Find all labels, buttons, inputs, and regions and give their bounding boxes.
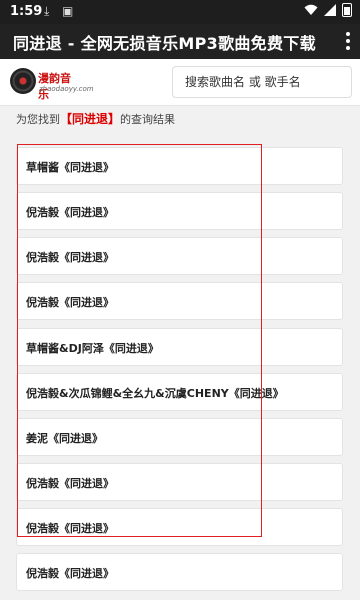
status-bar: 1:59 ⤓ ▣ — [0, 0, 360, 24]
result-suffix: 的查询结果 — [120, 113, 176, 126]
result-item[interactable]: 倪浩毅《同进退》 — [16, 463, 343, 501]
site-logo[interactable]: 漫韵音乐 zhaodaoyy.com — [10, 67, 94, 101]
result-item[interactable]: 倪浩毅&次瓜锦鲤&全幺九&沉虞CHENY《同进退》 — [16, 373, 343, 411]
song-title: 草帽酱《同进退》 — [26, 161, 114, 174]
result-item[interactable]: 倪浩毅《同进退》 — [16, 508, 343, 546]
more-vertical-icon[interactable] — [346, 32, 350, 53]
search-keyword: 同进退 — [72, 112, 109, 126]
result-item[interactable]: 草帽酱《同进退》 — [16, 147, 343, 185]
site-header: 漫韵音乐 zhaodaoyy.com — [0, 59, 360, 106]
wifi-icon — [304, 4, 318, 15]
result-summary: 为您找到【同进退】的查询结果 — [16, 110, 175, 127]
status-time: 1:59 — [10, 4, 43, 19]
song-title: 倪浩毅《同进退》 — [26, 567, 114, 580]
result-item[interactable]: 草帽酱&DJ阿泽《同进退》 — [16, 328, 343, 366]
app-bar: 同进退 - 全网无损音乐MP3歌曲免费下载 — [0, 24, 360, 59]
result-item[interactable]: 姜泥《同进退》 — [16, 418, 343, 456]
result-item[interactable]: 倪浩毅《同进退》 — [16, 282, 343, 320]
bracket-close: 】 — [108, 112, 121, 126]
song-title: 倪浩毅&次瓜锦鲤&全幺九&沉虞CHENY《同进退》 — [26, 387, 284, 400]
song-title: 姜泥《同进退》 — [26, 432, 103, 445]
app-title: 同进退 - 全网无损音乐MP3歌曲免费下载 — [13, 34, 316, 53]
signal-icon — [324, 4, 336, 16]
notification-icon: ▣ — [62, 4, 74, 18]
vinyl-disc-icon — [10, 68, 36, 94]
download-icon: ⤓ — [44, 4, 50, 18]
result-item[interactable]: 倪浩毅《同进退》 — [16, 553, 343, 591]
song-title: 倪浩毅《同进退》 — [26, 477, 114, 490]
song-title: 倪浩毅《同进退》 — [26, 251, 114, 264]
bracket-open: 【 — [60, 112, 73, 126]
song-title: 倪浩毅《同进退》 — [26, 296, 114, 309]
result-item[interactable]: 倪浩毅《同进退》 — [16, 192, 343, 230]
result-prefix: 为您找到 — [16, 113, 60, 126]
result-item[interactable]: 倪浩毅《同进退》 — [16, 237, 343, 275]
song-title: 草帽酱&DJ阿泽《同进退》 — [26, 342, 159, 355]
search-input[interactable] — [172, 66, 352, 98]
battery-icon — [342, 3, 352, 17]
song-title: 倪浩毅《同进退》 — [26, 522, 114, 535]
logo-subtext: zhaodaoyy.com — [39, 85, 94, 93]
song-title: 倪浩毅《同进退》 — [26, 206, 114, 219]
status-icons — [304, 3, 352, 17]
